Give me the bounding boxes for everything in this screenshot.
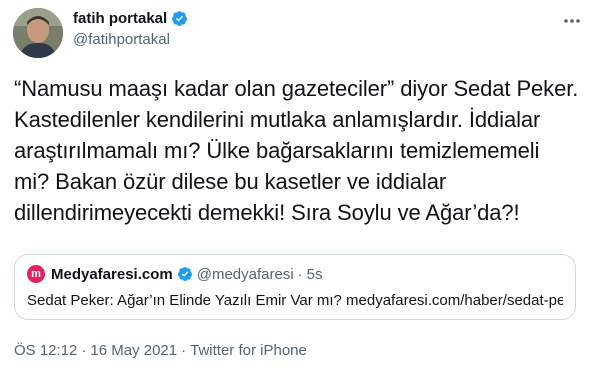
quoted-tweet-text: Sedat Peker: Ağar’ın Elinde Yazılı Emir … [27,292,563,309]
author-handle[interactable]: @fatihportakal [73,31,170,48]
author-name-row: fatih portakal [73,10,188,27]
tweet-time[interactable]: ÖS 12:12 [14,342,77,359]
quoted-separator: · [297,265,303,283]
tweet: fatih portakal @fatihportakal “Namusu ma… [0,0,604,372]
quoted-handle: @medyafaresi [196,265,294,283]
verified-badge-icon [171,10,188,27]
quoted-display-name: Medyafaresi.com [51,265,173,283]
avatar[interactable] [13,8,63,58]
verified-badge-icon [177,266,193,282]
quoted-tweet[interactable]: m Medyafaresi.com @medyafaresi · 5s Seda… [14,254,576,320]
more-options-icon[interactable] [562,14,582,26]
tweet-text: “Namusu maaşı kadar olan gazeteciler” di… [14,76,579,225]
quoted-tweet-header: m Medyafaresi.com @medyafaresi · 5s [27,265,323,283]
tweet-meta: ÖS 12:12 · 16 May 2021 · Twitter for iPhone [14,342,307,359]
quoted-timestamp: 5s [306,265,323,283]
tweet-source[interactable]: Twitter for iPhone [190,342,307,359]
tweet-date[interactable]: 16 May 2021 [90,342,177,359]
author-display-name[interactable]: fatih portakal [73,10,167,27]
quoted-account-logo-icon: m [27,265,45,283]
meta-separator: · [81,342,87,359]
meta-separator: · [181,342,187,359]
